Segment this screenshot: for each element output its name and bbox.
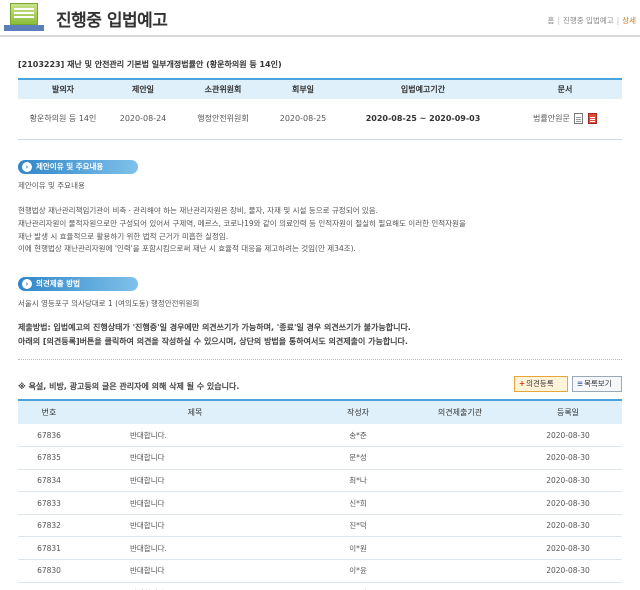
row-date: 2020-08-30 (514, 514, 622, 538)
row-date: 2020-08-30 (514, 582, 622, 590)
row-number: 67831 (18, 536, 80, 561)
referral-date: 2020-08-25 (268, 99, 338, 140)
col-org: 의견제출기관 (437, 408, 483, 417)
row-author: 이*윤 (310, 559, 406, 583)
col-referral-date: 회부일 (291, 85, 315, 94)
page-title: 진행중 입법예고 (56, 11, 168, 31)
row-org (406, 424, 514, 448)
col-author: 작성자 (346, 408, 370, 417)
row-author: 신*희 (310, 491, 406, 515)
row-number: 67836 (18, 424, 80, 448)
breadcrumb: 홈 | 진행중 입법예고 | 상세 (547, 16, 636, 25)
row-org (406, 536, 514, 561)
col-number: 번호 (41, 408, 57, 417)
bill-info-row: 황운하의원 등 14인 2020-08-24 행정안전위원회 2020-08-2… (18, 99, 622, 140)
row-org (406, 469, 514, 493)
table-row[interactable]: 67832 반대합니다 진*덕 2020-08-30 (18, 514, 622, 538)
row-author: 이*원 (310, 536, 406, 561)
opinion-table: 번호 제목 작성자 의견제출기관 등록일 67836 반대합니다. 송*준 2020-… (18, 399, 622, 590)
notice-period: 2020-08-25 ~ 2020-09-03 (338, 99, 508, 140)
table-row[interactable]: 67833 반대합니다 신*희 2020-08-30 (18, 491, 622, 515)
reason-heading: › 제안이유 및 주요내용 (18, 160, 138, 174)
breadcrumb-home[interactable]: 홈 (548, 16, 555, 25)
row-number: 67833 (18, 491, 80, 515)
row-date: 2020-08-30 (514, 446, 622, 470)
header-divider (0, 35, 640, 37)
row-author: 진*덕 (310, 514, 406, 538)
table-row[interactable]: 67835 반대합니다 문*성 2020-08-30 (18, 446, 622, 470)
col-notice-period: 입법예고기간 (400, 85, 446, 94)
row-date: 2020-08-30 (514, 491, 622, 515)
proposal-date: 2020-08-24 (108, 99, 178, 140)
col-title: 제목 (187, 408, 203, 417)
notice-board-icon (4, 3, 44, 33)
hwp-icon[interactable] (574, 113, 584, 125)
row-number: 67830 (18, 559, 80, 583)
bill-title: [2103223] 재난 및 안전관리 기본법 일부개정법률안 (황운하의원 등… (18, 60, 282, 69)
row-author: 송*준 (310, 424, 406, 448)
row-author: 유*민 (310, 582, 406, 590)
row-date: 2020-08-30 (514, 469, 622, 493)
row-author: 문*성 (310, 446, 406, 470)
table-row[interactable]: 67831 반대합니다. 이*원 2020-08-30 (18, 536, 622, 561)
row-org (406, 446, 514, 470)
row-number: 67832 (18, 514, 80, 538)
reason-line: 이에 현행법상 재난관리자원에 '인력'을 포함시킴으로써 재난 시 효율적 대… (18, 244, 356, 253)
col-proposer: 발의자 (51, 85, 75, 94)
submission-address: 서울시 영등포구 의사당대로 1 (여의도동) 행정안전위원회 (18, 299, 200, 308)
row-author: 최*나 (310, 469, 406, 493)
row-number: 67834 (18, 469, 80, 493)
register-opinion-button[interactable]: +의견등록 (514, 376, 568, 392)
row-title-link[interactable]: 반대합니다 (80, 469, 310, 493)
reason-line: 현행법상 재난관리책임기관이 비축ㆍ관리해야 하는 재난관리자원은 장비, 물자… (18, 206, 379, 215)
row-title-link[interactable]: 반대합니다 (80, 446, 310, 470)
plus-icon: + (518, 379, 526, 388)
committee: 행정안전위원회 (178, 99, 268, 140)
row-title-link[interactable]: 반대합니다 (80, 514, 310, 538)
list-view-button[interactable]: ≡목록보기 (572, 376, 622, 392)
row-number: 67829 (18, 582, 80, 590)
warning-text: ※ 욕설, 비방, 광고등의 글은 관리자에 의해 삭제 될 수 있습니다. (18, 382, 240, 391)
table-row[interactable]: 67834 반대합니다 최*나 2020-08-30 (18, 469, 622, 493)
row-org (406, 514, 514, 538)
reason-line: 재난관리자원이 물적자원으로만 구성되어 있어서 구제역, 메르스, 코로나19… (18, 219, 466, 228)
breadcrumb-current: 상세 (622, 16, 636, 25)
reason-line: 재난 발생 시 효율적으로 활용하기 위한 법적 근거가 미흡한 실정임. (18, 232, 229, 241)
section-divider (18, 359, 622, 360)
col-proposal-date: 제안일 (131, 85, 155, 94)
row-date: 2020-08-30 (514, 559, 622, 583)
proposer: 황운하의원 등 14인 (18, 99, 108, 140)
document-cell: 법률안원문 (508, 99, 622, 140)
breadcrumb-ongoing[interactable]: 진행중 입법예고 (563, 16, 614, 25)
page-header: 진행중 입법예고 홈 | 진행중 입법예고 | 상세 (0, 0, 640, 38)
reason-subtitle: 제안이유 및 주요내용 (18, 181, 85, 190)
table-row[interactable]: 67836 반대합니다. 송*준 2020-08-30 (18, 424, 622, 448)
row-date: 2020-08-30 (514, 536, 622, 561)
chevron-right-icon: › (22, 162, 32, 172)
table-row[interactable]: 67830 반대합니다 이*윤 2020-08-30 (18, 559, 622, 583)
submission-heading: › 의견제출 방법 (18, 277, 138, 291)
list-icon: ≡ (576, 379, 584, 388)
row-date: 2020-08-30 (514, 424, 622, 448)
table-row[interactable]: 67829반대합니다유*민 2020-08-30 (18, 582, 622, 590)
row-title-link[interactable]: 반대합니다 (80, 582, 310, 590)
row-org (406, 582, 514, 590)
row-title-link[interactable]: 반대합니다. (80, 424, 310, 448)
col-date: 등록일 (556, 408, 580, 417)
row-org (406, 559, 514, 583)
document-label: 법률안원문 (533, 114, 570, 124)
row-title-link[interactable]: 반대합니다. (80, 536, 310, 561)
pdf-icon[interactable] (587, 113, 597, 125)
bill-info-table: 발의자 제안일 소관위원회 회부일 입법예고기간 문서 황운하의원 등 14인 … (18, 78, 622, 140)
col-committee: 소관위원회 (204, 85, 242, 94)
submission-note-2: 아래의 [의견등록]버튼을 클릭하여 의견을 작성하실 수 있으시며, 상단의 … (18, 337, 408, 346)
submission-note-1: 제출방법: 입법예고의 진행상태가 '진행중'일 경우에만 의견쓰기가 가능하며… (18, 323, 411, 332)
row-title-link[interactable]: 반대합니다 (80, 559, 310, 583)
col-document: 문서 (557, 85, 573, 94)
row-org (406, 491, 514, 515)
chevron-right-icon: › (22, 279, 32, 289)
row-title-link[interactable]: 반대합니다 (80, 491, 310, 515)
row-number: 67835 (18, 446, 80, 470)
